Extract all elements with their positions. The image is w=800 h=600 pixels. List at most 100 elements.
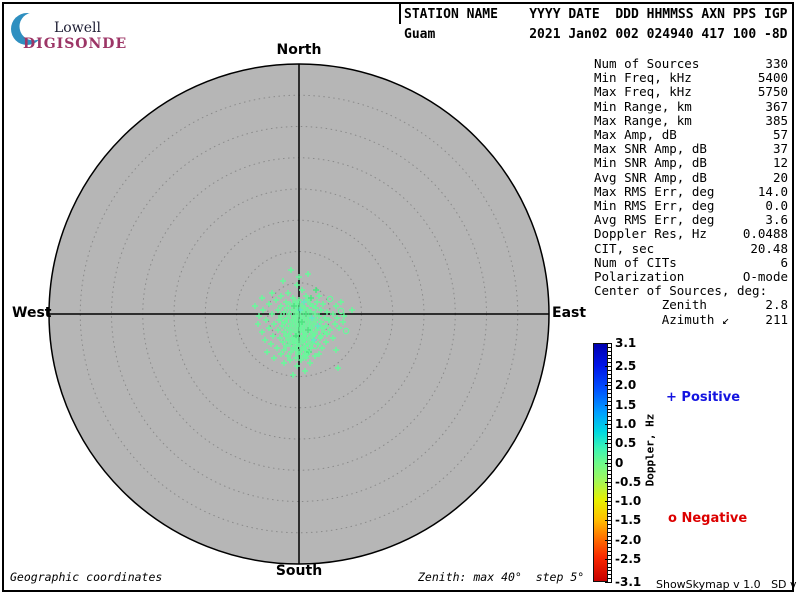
- colorbar-minor-tick: [608, 420, 611, 421]
- colorbar-minor-tick: [608, 428, 611, 429]
- colorbar-minor-tick: [608, 447, 611, 448]
- colorbar-minor-tick: [608, 513, 611, 514]
- colorbar-minor-tick: [608, 555, 611, 556]
- stat-label: Min Freq, kHz: [594, 71, 692, 85]
- colorbar-minor-tick: [608, 393, 611, 394]
- colorbar-minor-tick: [608, 536, 611, 537]
- stat-value: 20: [773, 171, 788, 185]
- colorbar-minor-tick: [608, 358, 611, 359]
- stat-value: 3.6: [765, 213, 788, 227]
- colorbar-minor-tick: [608, 378, 611, 379]
- stat-row: Min Freq, kHz5400: [594, 71, 788, 85]
- colorbar-minor-tick: [608, 478, 611, 479]
- stat-row: Min RMS Err, deg0.0: [594, 199, 788, 213]
- colorbar-tick-label: -2.5: [615, 552, 649, 566]
- colorbar-minor-tick: [608, 470, 611, 471]
- stat-row: CIT, sec 20.48: [594, 242, 788, 256]
- stat-row: PolarizationO-mode: [594, 270, 788, 284]
- stat-row: Avg SNR Amp, dB 20: [594, 171, 788, 185]
- stat-value: 12: [773, 156, 788, 170]
- compass-south-label: South: [276, 563, 322, 579]
- colorbar-minor-tick: [608, 567, 611, 568]
- colorbar-major-tick: [605, 540, 611, 541]
- colorbar-minor-tick: [608, 516, 611, 517]
- stat-value: 20.48: [750, 242, 788, 256]
- colorbar-axis-line: [611, 343, 612, 583]
- stat-label: Num of CITs: [594, 256, 677, 270]
- showskymap-window: Lowell DIGISONDE STATION NAME YYYY DATE …: [0, 0, 800, 600]
- stat-value: 367: [765, 100, 788, 114]
- stat-value: 385: [765, 114, 788, 128]
- stat-label: Min SNR Amp, dB: [594, 156, 707, 170]
- stat-row: Center of Sources, deg:: [594, 284, 788, 298]
- colorbar-minor-tick: [608, 574, 611, 575]
- colorbar-tick-label: -1.5: [615, 513, 649, 527]
- stat-label: Polarization: [594, 270, 684, 284]
- colorbar-minor-tick: [608, 551, 611, 552]
- stat-row: Avg RMS Err, deg 3.6: [594, 213, 788, 227]
- stat-row: Zenith 2.8: [594, 298, 788, 312]
- compass-east-label: East: [552, 305, 586, 321]
- colorbar-minor-tick: [608, 466, 611, 467]
- footer-coordinate-system: Geographic coordinates: [10, 570, 162, 584]
- stat-label: Azimuth ↙: [594, 313, 729, 327]
- colorbar-major-tick: [605, 501, 611, 502]
- doppler-axis-label: Doppler, Hz: [644, 414, 657, 487]
- stat-value: 14.0: [758, 185, 788, 199]
- colorbar-minor-tick: [608, 351, 611, 352]
- stat-row: Min SNR Amp, dB 12: [594, 156, 788, 170]
- compass-west-label: West: [12, 305, 51, 321]
- colorbar-major-tick: [605, 424, 611, 425]
- stat-row: Num of Sources 330: [594, 57, 788, 71]
- stat-row: Max Amp, dB57: [594, 128, 788, 142]
- stat-value: 2.8: [765, 298, 788, 312]
- colorbar-minor-tick: [608, 362, 611, 363]
- colorbar-minor-tick: [608, 497, 611, 498]
- colorbar-minor-tick: [608, 409, 611, 410]
- measurement-header: STATION NAME YYYY DATE DDD HHMMSS AXN PP…: [404, 5, 788, 45]
- stat-label: Min RMS Err, deg: [594, 199, 714, 213]
- colorbar-minor-tick: [608, 547, 611, 548]
- colorbar-tick-label: -1.0: [615, 494, 649, 508]
- colorbar-tick-label: -2.0: [615, 533, 649, 547]
- stat-row: Max Range, km 385: [594, 114, 788, 128]
- colorbar-major-tick: [605, 582, 611, 583]
- compass-north-label: North: [277, 42, 322, 58]
- stat-label: CIT, sec: [594, 242, 654, 256]
- stat-label: Max Freq, kHz: [594, 85, 692, 99]
- stats-panel: Num of Sources 330Min Freq, kHz5400Max Fr…: [594, 57, 788, 327]
- colorbar-minor-tick: [608, 489, 611, 490]
- logo-digisonde-text: DIGISONDE: [23, 36, 127, 52]
- footer-zenith-scale: Zenith: max 40° step 5°: [418, 570, 584, 584]
- stat-row: Min Range, km 367: [594, 100, 788, 114]
- legend-negative: o Negative: [668, 511, 747, 526]
- colorbar-tick-label: 2.0: [615, 378, 649, 392]
- colorbar-tick-label: 2.5: [615, 359, 649, 373]
- logo-lowell-text: Lowell: [54, 20, 101, 36]
- colorbar-minor-tick: [608, 474, 611, 475]
- stat-row: Azimuth ↙211: [594, 313, 788, 327]
- colorbar-major-tick: [605, 443, 611, 444]
- colorbar-minor-tick: [608, 505, 611, 506]
- colorbar-minor-tick: [608, 347, 611, 348]
- stat-label: Max RMS Err, deg: [594, 185, 714, 199]
- stat-row: Max RMS Err, deg 14.0: [594, 185, 788, 199]
- colorbar-major-tick: [605, 385, 611, 386]
- colorbar-minor-tick: [608, 563, 611, 564]
- stat-value: 0.0488: [743, 227, 788, 241]
- colorbar-tick-label: 1.5: [615, 398, 649, 412]
- stat-label: Min Range, km: [594, 100, 692, 114]
- stat-label: Max Range, km: [594, 114, 692, 128]
- stat-label: Max Amp, dB: [594, 128, 677, 142]
- header-divider: [399, 2, 401, 24]
- stat-label: Avg RMS Err, deg: [594, 213, 714, 227]
- stat-value: 330: [765, 57, 788, 71]
- colorbar-minor-tick: [608, 459, 611, 460]
- stat-label: Avg SNR Amp, dB: [594, 171, 707, 185]
- colorbar-minor-tick: [608, 455, 611, 456]
- colorbar-tick-label: 3.1: [615, 336, 649, 350]
- footer-version: ShowSkymap v 1.0 SD v 5.1: [656, 578, 800, 591]
- stat-row: Num of CITs6: [594, 256, 788, 270]
- stat-label: Zenith: [594, 298, 707, 312]
- stat-label: Num of Sources: [594, 57, 699, 71]
